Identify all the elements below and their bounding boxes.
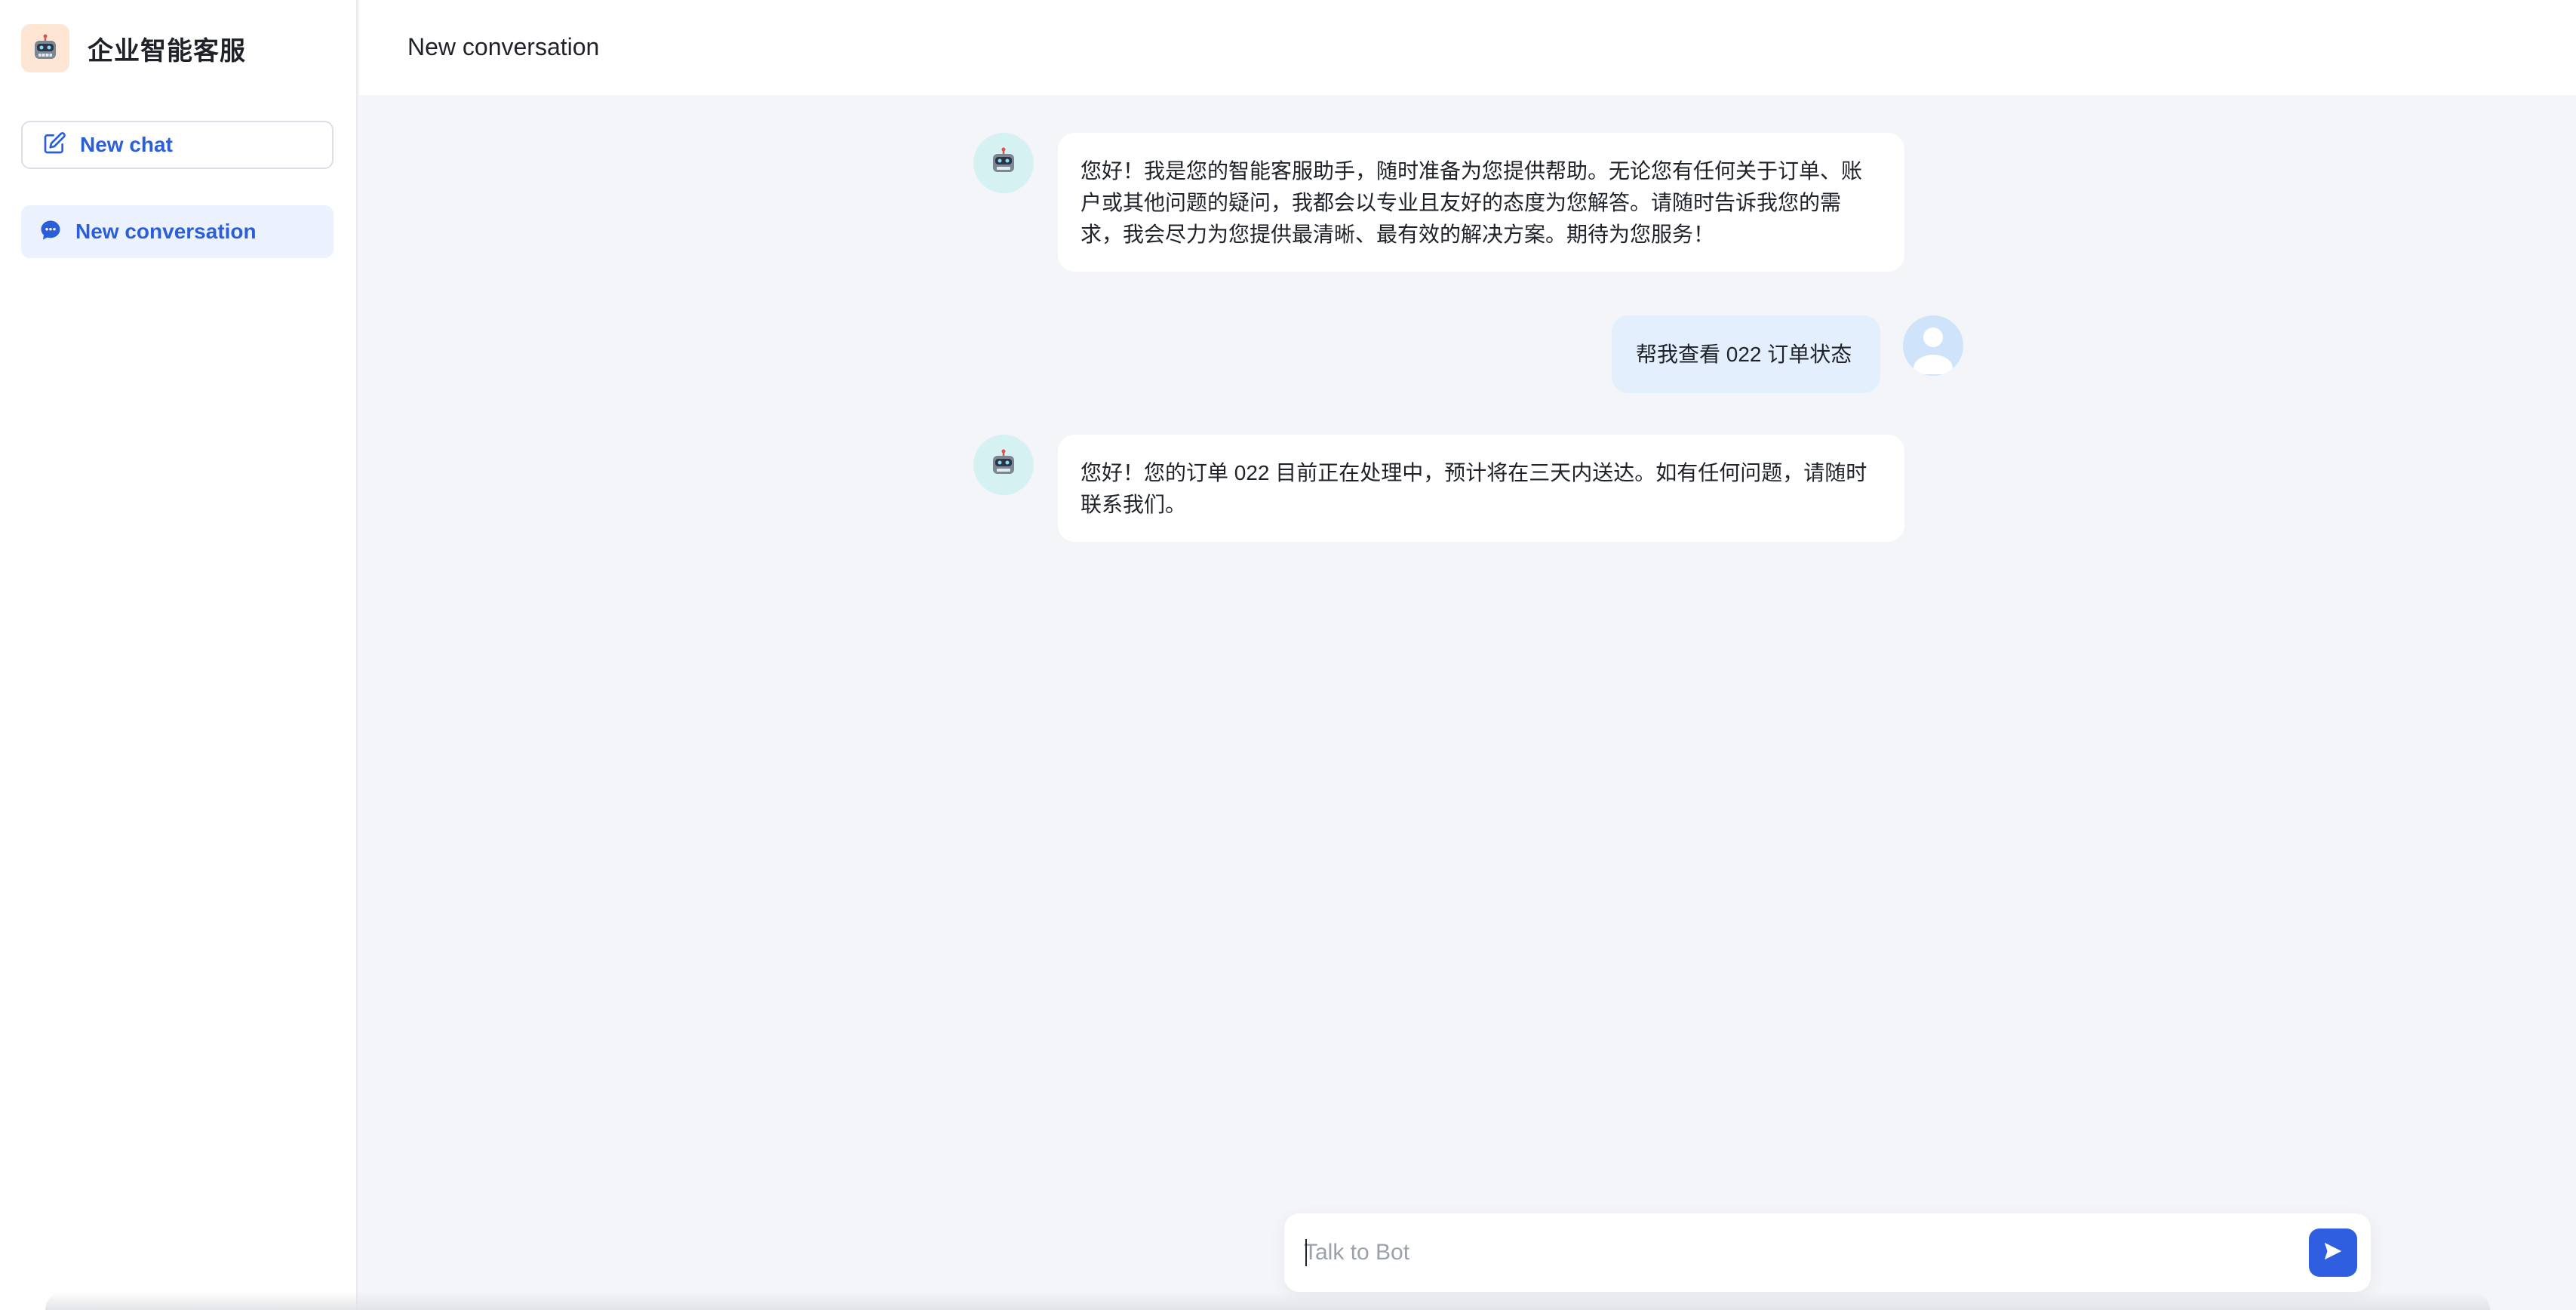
sidebar-item-new-conversation[interactable]: New conversation xyxy=(21,205,334,258)
message-line: 您好！您的订单 022 目前正在处理中，预计将在三天内送达。如有任何问题，请随时 xyxy=(1081,461,1867,484)
message-line: 求，我会尽力为您提供最清晰、最有效的解决方案。期待为您服务！ xyxy=(1081,223,1715,246)
bot-avatar xyxy=(973,435,1034,495)
conversation-label: New conversation xyxy=(75,220,257,243)
message-line: 户或其他问题的疑问，我都会以专业且友好的态度为您解答。请随时告诉我您的需 xyxy=(1081,191,1842,214)
sidebar: 企业智能客服 New chat New conversation xyxy=(0,0,358,1310)
robot-icon xyxy=(988,146,1019,180)
chat-main: New conversation 您好！我是您的智能客服助手，随时准备为您提供帮… xyxy=(359,0,2576,1310)
user-icon xyxy=(1903,315,1963,376)
message-line: 您好！我是您的智能客服助手，随时准备为您提供帮助。无论您有任何关于订单、账 xyxy=(1081,159,1863,183)
new-chat-button[interactable]: New chat xyxy=(21,121,334,169)
brand: 企业智能客服 xyxy=(21,24,246,72)
bot-avatar xyxy=(973,133,1034,193)
bot-message: 您好！您的订单 022 目前正在处理中，预计将在三天内送达。如有任何问题，请随时… xyxy=(1058,435,1904,542)
bot-message: 您好！我是您的智能客服助手，随时准备为您提供帮助。无论您有任何关于订单、账 户或… xyxy=(1058,133,1904,272)
send-icon xyxy=(2322,1240,2344,1266)
robot-icon xyxy=(988,448,1019,482)
user-message: 帮我查看 022 订单状态 xyxy=(1612,315,1880,393)
message-input[interactable] xyxy=(1304,1232,2285,1274)
message-composer xyxy=(1284,1213,2371,1292)
app-root: 企业智能客服 New chat New conversation New con… xyxy=(0,0,2576,1310)
message-line: 帮我查看 022 订单状态 xyxy=(1636,343,1852,366)
page-title: New conversation xyxy=(407,33,600,60)
chat-bubble-icon xyxy=(39,219,62,245)
chat-header: New conversation xyxy=(359,0,2576,95)
user-avatar xyxy=(1903,315,1963,376)
message-line: 联系我们。 xyxy=(1081,493,1187,516)
new-chat-label: New chat xyxy=(80,133,173,156)
edit-icon xyxy=(42,131,66,159)
bottom-shadow xyxy=(45,1292,2490,1310)
send-button[interactable] xyxy=(2309,1229,2357,1277)
app-name: 企业智能客服 xyxy=(88,36,246,66)
robot-icon xyxy=(21,24,69,72)
text-caret xyxy=(1305,1239,1307,1266)
